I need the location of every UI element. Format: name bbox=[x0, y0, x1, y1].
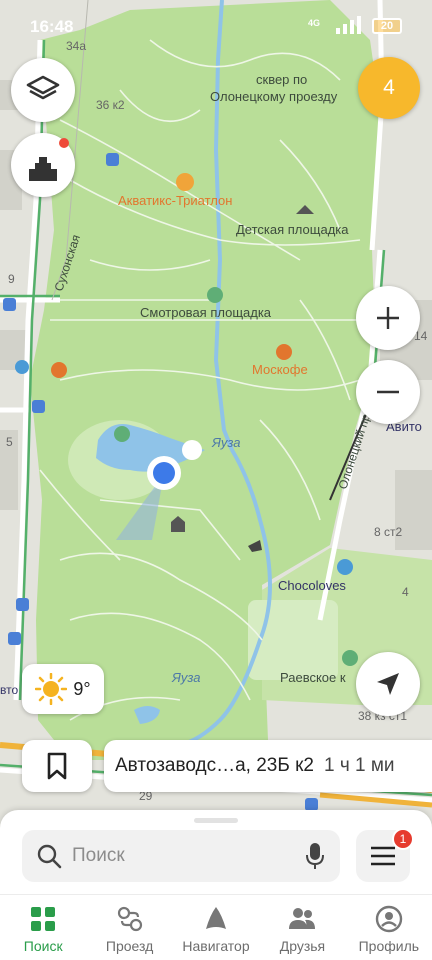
grid-icon bbox=[31, 906, 56, 931]
map-label-8st2: 8 ст2 bbox=[374, 525, 403, 539]
search-input[interactable]: Поиск bbox=[72, 845, 306, 867]
tab-navigator[interactable]: Навигатор bbox=[173, 898, 259, 960]
tab-friends[interactable]: Друзья bbox=[259, 898, 345, 960]
transit-icon bbox=[117, 906, 142, 931]
minus-icon bbox=[377, 390, 399, 394]
bookmarks-button[interactable] bbox=[22, 740, 92, 792]
map-label-4: 4 bbox=[402, 585, 409, 599]
navigator-icon bbox=[206, 906, 227, 929]
signal-icon bbox=[336, 16, 361, 34]
sheet-handle[interactable] bbox=[194, 818, 238, 823]
map-label-skver2: Олонецкому проезду bbox=[210, 89, 338, 104]
search-bar[interactable]: Поиск bbox=[22, 830, 340, 882]
tab-transit[interactable]: Проезд bbox=[86, 898, 172, 960]
layers-icon bbox=[26, 75, 60, 100]
tab-friends-label: Друзья bbox=[279, 937, 326, 954]
status-time: 16:48 bbox=[30, 17, 74, 36]
zoom-out-button[interactable] bbox=[356, 360, 420, 424]
map-label-yauza1: Яуза bbox=[211, 435, 241, 450]
tab-transit-label: Проезд bbox=[105, 937, 154, 954]
map-label-raevskoe: Раевское к bbox=[280, 670, 346, 685]
locate-me-button[interactable] bbox=[356, 652, 420, 716]
layers-button[interactable] bbox=[11, 58, 75, 122]
tab-search[interactable]: Поиск bbox=[0, 898, 86, 960]
menu-icon bbox=[371, 846, 395, 866]
microphone-icon[interactable] bbox=[306, 842, 324, 870]
map-label-detskaya: Детская площадка bbox=[236, 222, 349, 237]
map-label-akvatiks: Акватикс-Триатлон bbox=[118, 193, 232, 208]
map-label-chocoloves: Chocoloves bbox=[278, 578, 346, 593]
plus-icon bbox=[377, 307, 399, 329]
weather-temp: 9° bbox=[73, 678, 91, 699]
route-eta: 1 ч 1 ми bbox=[323, 755, 395, 776]
building-icon bbox=[29, 149, 57, 181]
search-icon bbox=[37, 844, 62, 869]
map-label-36k2: 36 к2 bbox=[96, 98, 125, 112]
route-address: Автозаводс…а, 23Б к2 bbox=[115, 755, 314, 776]
tab-navigator-label: Навигатор bbox=[182, 937, 250, 954]
map-label-yauza2: Яуза bbox=[171, 670, 201, 685]
map-label-9: 9 bbox=[8, 272, 15, 286]
tab-profile-label: Профиль bbox=[358, 937, 420, 954]
bookmark-icon bbox=[47, 752, 67, 780]
tab-bar: Поиск Проезд Навигатор Друзья Профиль bbox=[0, 898, 432, 960]
status-bar: 16:48 4G 20 bbox=[0, 0, 432, 52]
map-label-smotrovaya: Смотровая площадка bbox=[140, 305, 272, 320]
zoom-in-button[interactable] bbox=[356, 286, 420, 350]
tab-profile[interactable]: Профиль bbox=[346, 898, 432, 960]
friends-icon bbox=[289, 907, 316, 929]
navigation-arrow-icon bbox=[377, 673, 399, 695]
counter-badge[interactable]: 4 bbox=[358, 57, 420, 119]
battery-icon: 20 bbox=[372, 18, 402, 34]
tabbar-divider bbox=[0, 894, 432, 895]
map-label-skver: сквер по bbox=[256, 72, 307, 87]
weather-widget[interactable]: 9° bbox=[22, 664, 104, 714]
map-label-5: 5 bbox=[6, 435, 13, 449]
network-type: 4G bbox=[307, 18, 320, 28]
map-label-vto: вто bbox=[0, 683, 18, 697]
notification-dot bbox=[59, 138, 69, 148]
route-suggestion[interactable]: Автозаводс…а, 23Б к2 1 ч 1 ми bbox=[104, 740, 432, 792]
map-label-moskofe: Москофе bbox=[252, 362, 308, 377]
sun-icon bbox=[35, 673, 68, 705]
bottom-sheet: Поиск 1 Поиск Проезд Навигатор Друзья Пр… bbox=[0, 810, 432, 960]
menu-badge: 1 bbox=[392, 828, 414, 850]
tab-search-label: Поиск bbox=[23, 937, 63, 954]
profile-icon bbox=[375, 905, 403, 932]
